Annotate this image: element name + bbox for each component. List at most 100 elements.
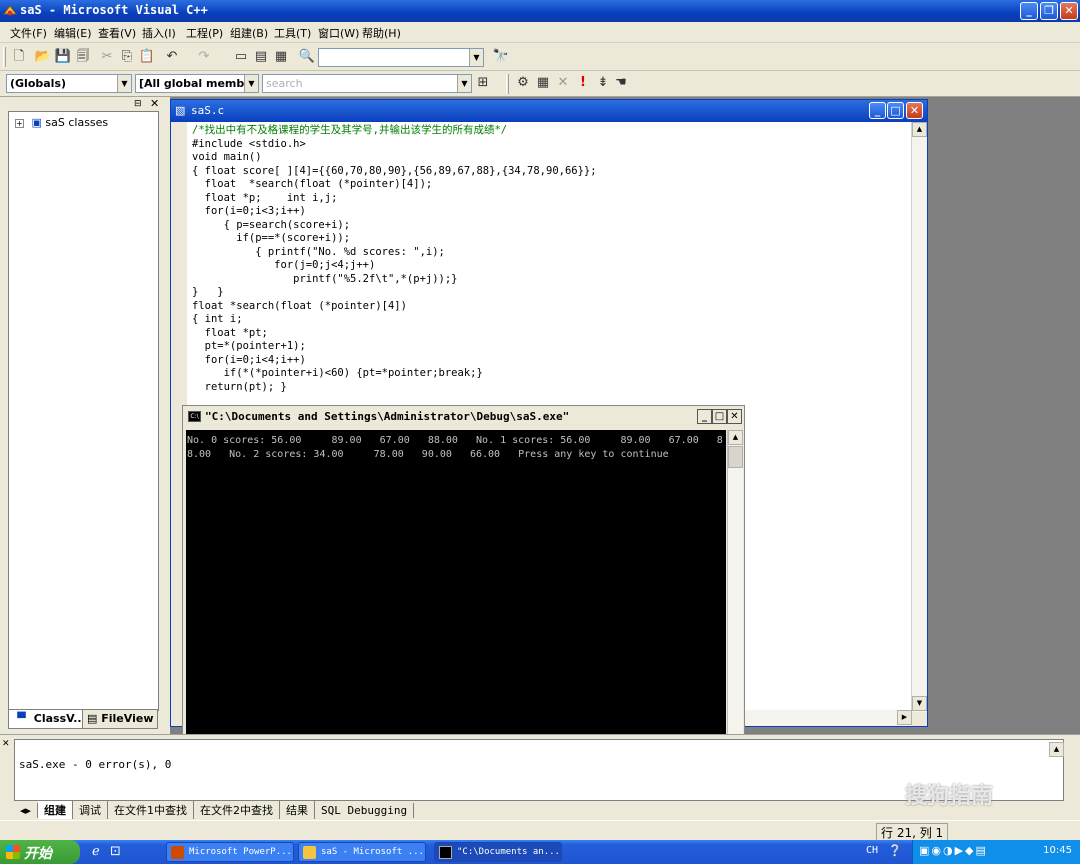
console-output-text: No. 0 scores: 56.00 89.00 67.00 88.00 No…	[187, 435, 723, 460]
find-combo[interactable]: ▼	[318, 48, 484, 67]
scroll-right-icon[interactable]: ▶	[897, 710, 912, 725]
search-placeholder: search	[266, 77, 303, 90]
editor-minimize-button[interactable]: _	[869, 102, 886, 119]
tray-icons[interactable]: ▣◉◑▶◆▤	[919, 844, 988, 857]
editor-maximize-button[interactable]: □	[887, 102, 904, 119]
menu-tools[interactable]: 工具(T)	[274, 25, 311, 41]
input-language[interactable]: CH	[866, 845, 878, 856]
tab-classview-label: ClassV...	[33, 712, 86, 725]
members-combo[interactable]: [All global members ▼	[135, 74, 259, 93]
cut-icon[interactable]: ✂	[98, 48, 116, 66]
stop-build-icon[interactable]: ✕	[554, 74, 572, 92]
new-file-icon[interactable]: 🗋	[10, 48, 28, 66]
console-output-area[interactable]: No. 0 scores: 56.00 89.00 67.00 88.00 No…	[186, 430, 726, 768]
tab-debug[interactable]: 调试	[73, 801, 109, 819]
start-button[interactable]: 开始	[0, 840, 80, 864]
build-result-text: saS.exe - 0 error(s), 0	[19, 758, 172, 771]
taskbar-visual-cpp[interactable]: saS - Microsoft ...	[298, 842, 426, 862]
minimize-button[interactable]: _	[1020, 2, 1038, 20]
ime-icon[interactable]: ❔	[888, 844, 902, 857]
menu-build[interactable]: 组建(B)	[230, 25, 268, 41]
tab-find2[interactable]: 在文件2中查找	[194, 801, 281, 819]
toolbar-grip[interactable]	[3, 47, 6, 67]
app-title-bar[interactable]: saS - Microsoft Visual C++ _ ❐ ✕	[0, 0, 1080, 22]
taskbar-powerpoint[interactable]: Microsoft PowerP...	[166, 842, 294, 862]
source-code[interactable]: /*找出中有不及格课程的学生及其学号,并输出该学生的所有成绩*/ #includ…	[187, 122, 912, 394]
editor-vertical-scrollbar[interactable]: ▲ ▼	[911, 122, 927, 712]
console-title-bar[interactable]: C:\ "C:\Documents and Settings\Administr…	[183, 406, 744, 428]
wizard-toolbar: (Globals) ▼ [All global members ▼ search…	[0, 71, 1080, 97]
tab-classview[interactable]: ▝▘ ClassV...	[8, 709, 91, 729]
tab-build[interactable]: 组建	[38, 801, 74, 819]
tab-fileview[interactable]: ▤ FileView	[82, 709, 159, 729]
app-title: saS - Microsoft Visual C++	[20, 3, 208, 17]
ie-icon[interactable]: ℯ	[92, 844, 100, 859]
console-minimize-button[interactable]: _	[697, 409, 712, 424]
scroll-down-icon[interactable]: ▼	[912, 696, 927, 711]
toolbar-grip[interactable]	[506, 74, 509, 94]
search-combo[interactable]: search ▼	[262, 74, 472, 93]
redo-icon[interactable]: ↷	[195, 48, 213, 66]
window-list-icon[interactable]: ▦	[272, 48, 290, 66]
menu-file[interactable]: 文件(F)	[10, 25, 47, 41]
console-close-button[interactable]: ✕	[727, 409, 742, 424]
breakpoint-hand-icon[interactable]: ☚	[612, 74, 630, 92]
start-label: 开始	[24, 846, 52, 862]
pane-pin-icon[interactable]: ⊟	[134, 99, 142, 109]
save-icon[interactable]: 💾	[54, 48, 72, 66]
find-icon[interactable]: 🔭	[492, 48, 510, 66]
menu-window[interactable]: 窗口(W)	[318, 25, 359, 41]
undo-icon[interactable]: ↶	[163, 48, 181, 66]
console-maximize-button[interactable]: □	[712, 409, 727, 424]
editor-close-button[interactable]: ✕	[906, 102, 923, 119]
copy-icon[interactable]: ⎘	[118, 48, 136, 66]
chevron-down-icon[interactable]: ▼	[117, 75, 131, 92]
close-button[interactable]: ✕	[1060, 2, 1078, 20]
restore-button[interactable]: ❐	[1040, 2, 1058, 20]
menu-view[interactable]: 查看(V)	[98, 25, 136, 41]
tree-root[interactable]: + ▣ saS classes	[15, 116, 108, 129]
class-tree[interactable]: + ▣ saS classes	[8, 111, 159, 711]
output-icon[interactable]: ▤	[252, 48, 270, 66]
windows-logo-icon	[6, 845, 20, 859]
menu-edit[interactable]: 编辑(E)	[54, 25, 92, 41]
source-file-icon: ▧	[175, 104, 186, 117]
globals-combo[interactable]: (Globals) ▼	[6, 74, 132, 93]
chevron-down-icon[interactable]: ▼	[457, 75, 471, 92]
menu-insert[interactable]: 插入(I)	[142, 25, 176, 41]
build-icon[interactable]: ▦	[534, 74, 552, 92]
tab-results[interactable]: 结果	[280, 801, 316, 819]
scroll-up-icon[interactable]: ▲	[912, 122, 927, 137]
fileview-icon: ▤	[87, 712, 98, 725]
paste-icon[interactable]: 📋	[138, 48, 156, 66]
workspace-icon[interactable]: ▭	[232, 48, 250, 66]
go-icon[interactable]: ⇟	[594, 74, 612, 92]
tab-nav-arrows[interactable]: ◂▸	[14, 803, 39, 818]
pane-close-icon[interactable]: ✕	[150, 97, 159, 110]
compile-icon[interactable]: ⚙	[514, 74, 532, 92]
console-window[interactable]: C:\ "C:\Documents and Settings\Administr…	[182, 405, 745, 771]
chevron-down-icon[interactable]: ▼	[469, 49, 483, 66]
chevron-down-icon[interactable]: ▼	[244, 75, 258, 92]
watermark: 搜狗指南	[905, 778, 1075, 814]
expand-plus-icon[interactable]: +	[15, 119, 24, 128]
editor-title-bar[interactable]: ▧ saS.c _ □ ✕	[171, 100, 927, 122]
open-folder-icon[interactable]: 📂	[34, 48, 52, 66]
save-all-icon[interactable]: 🗐	[74, 48, 92, 66]
tab-sql-debugging[interactable]: SQL Debugging	[315, 803, 415, 818]
editor-title: saS.c	[191, 104, 225, 117]
wizard-actions-icon[interactable]: ⊞	[474, 74, 492, 92]
menu-help[interactable]: 帮助(H)	[362, 25, 401, 41]
scroll-thumb[interactable]	[728, 446, 743, 468]
taskbar-console[interactable]: "C:\Documents an...	[434, 842, 562, 862]
tab-fileview-label: FileView	[101, 712, 154, 725]
execute-icon[interactable]: !	[574, 74, 592, 92]
scroll-up-icon[interactable]: ▲	[1049, 742, 1064, 757]
pane-close-icon[interactable]: ✕	[2, 739, 10, 749]
show-desktop-icon[interactable]: ⊡	[110, 844, 121, 859]
menu-project[interactable]: 工程(P)	[186, 25, 223, 41]
console-vertical-scrollbar[interactable]: ▲ ▼	[727, 430, 743, 768]
find-in-files-icon[interactable]: 🔍	[298, 48, 316, 66]
scroll-up-icon[interactable]: ▲	[728, 430, 743, 445]
tab-find1[interactable]: 在文件1中查找	[108, 801, 195, 819]
